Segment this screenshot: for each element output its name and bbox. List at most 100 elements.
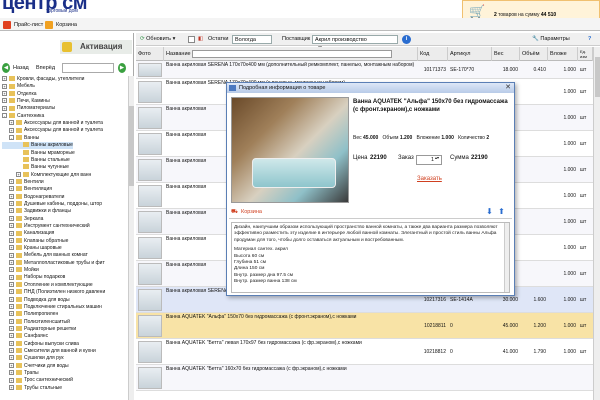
tree-item[interactable]: + Аксессуары для ванной и туалета <box>2 127 103 134</box>
expand-icon[interactable]: + <box>9 245 14 251</box>
tree-item[interactable]: + Вентили <box>2 179 44 186</box>
expand-icon[interactable]: + <box>9 326 14 332</box>
tree-item[interactable]: + Счетчики для воды <box>2 363 69 370</box>
tree-item[interactable]: Ванны мраморные <box>2 150 75 157</box>
expand-icon[interactable]: + <box>9 333 14 339</box>
tree-item[interactable]: + Сушилки для рук <box>2 355 64 362</box>
table-row[interactable]: Ванна акриловая SERENA 170х70х400 мм (до… <box>136 61 593 79</box>
refresh-button[interactable]: ⟳ Обновить ▾ <box>140 35 175 44</box>
back-icon[interactable]: ◀ <box>2 63 10 73</box>
tree-item[interactable]: + Мойки <box>2 267 39 274</box>
name-filter-input[interactable] <box>192 50 392 58</box>
stock-select[interactable]: Вологда <box>232 35 272 44</box>
tree-item[interactable]: + Сифоны выпуски слива <box>2 341 79 348</box>
expand-icon[interactable]: + <box>9 355 14 361</box>
expand-icon[interactable]: + <box>9 193 14 199</box>
nav-search-input[interactable] <box>62 63 114 73</box>
col-unit[interactable]: Ед. изм <box>578 47 593 61</box>
tree-item[interactable]: + Полипропилен <box>2 311 58 318</box>
col-volume[interactable]: Объём <box>520 47 548 61</box>
help-icon[interactable]: ? <box>588 35 591 44</box>
expand-icon[interactable]: + <box>9 208 14 214</box>
stepper-arrows-icon[interactable]: ▴▾ <box>435 155 439 160</box>
forward-button[interactable]: Вперёд <box>36 63 55 73</box>
expand-icon[interactable]: + <box>9 289 14 295</box>
expand-icon[interactable]: + <box>9 223 14 229</box>
tree-item[interactable]: Ванны стальные <box>2 157 70 164</box>
tree-item[interactable]: + Клапаны обратные <box>2 238 68 245</box>
col-article[interactable]: Артикул <box>448 47 492 61</box>
product-description[interactable]: Дизайн, наилучшим образом использующий п… <box>231 222 510 293</box>
expand-icon[interactable]: + <box>9 267 14 273</box>
collapse-icon[interactable]: - <box>9 134 14 140</box>
tree-item[interactable]: - Ванны <box>2 135 39 142</box>
filter-icon[interactable]: ◧ <box>198 35 203 44</box>
col-inbox[interactable]: Вложе <box>548 47 578 61</box>
expand-icon[interactable]: + <box>9 362 14 368</box>
expand-icon[interactable]: + <box>9 304 14 310</box>
tree-item[interactable]: + Смесители для ванной и кухни <box>2 348 96 355</box>
col-photo[interactable]: Фото <box>136 47 164 61</box>
tree-item[interactable]: + Трапы <box>2 370 39 377</box>
tree-item[interactable]: + Полиэтиленсшитый <box>2 319 70 326</box>
order-button[interactable]: Заказать <box>417 176 442 182</box>
tree-item[interactable]: + Зеркала <box>2 216 43 223</box>
tree-item[interactable]: + Мебель для ванных комнат <box>2 252 88 259</box>
back-button[interactable]: Назад <box>13 63 29 73</box>
supplier-select[interactable]: Акрил производство г.Ярославль <box>312 35 398 52</box>
tree-item[interactable]: + Пиломатериалы <box>2 105 55 112</box>
expand-icon[interactable]: + <box>2 98 7 104</box>
table-row[interactable]: Ванна AQUATEK "Бетта" левая 170х97 без г… <box>136 339 593 365</box>
tree-item[interactable]: + Санфаянс <box>2 333 48 340</box>
table-row[interactable]: Ванна AQUATEK "Альфа" 150х70 без гидрома… <box>136 313 593 339</box>
tree-item[interactable]: + Отопление и комплектующие <box>2 282 93 289</box>
collapse-icon[interactable]: - <box>2 112 7 118</box>
tree-item[interactable]: + Вентиляция <box>2 186 52 193</box>
expand-icon[interactable]: + <box>2 105 7 111</box>
expand-icon[interactable]: + <box>9 318 14 324</box>
expand-icon[interactable]: + <box>9 281 14 287</box>
expand-icon[interactable]: + <box>9 274 14 280</box>
expand-icon[interactable]: + <box>9 186 14 192</box>
expand-icon[interactable]: + <box>16 171 21 177</box>
arrow-down-icon[interactable]: ⬇ <box>485 207 494 216</box>
expand-icon[interactable]: + <box>9 120 14 126</box>
tree-item[interactable]: + Водонагреватели <box>2 194 64 201</box>
tree-item[interactable]: + Отделка <box>2 91 37 98</box>
expand-icon[interactable]: + <box>9 384 14 390</box>
tree-item[interactable]: Ванны акриловые <box>2 142 73 150</box>
tree-item[interactable]: + Радиаторные решетки <box>2 326 76 333</box>
dialog-cart-button[interactable]: ⛟ Корзина <box>231 207 262 217</box>
arrow-up-icon[interactable]: ⬆ <box>497 207 506 216</box>
tab-price-list[interactable]: Прайс-лист <box>2 20 43 30</box>
params-button[interactable]: 🔧 Параметры <box>532 35 570 44</box>
tree-item[interactable]: - Сантехника <box>2 113 44 120</box>
tree-item[interactable]: + Металлопластиковые трубы и фит <box>2 260 105 267</box>
col-weight[interactable]: Вес <box>492 47 520 61</box>
forward-icon[interactable]: ▶ <box>118 63 126 73</box>
tree-item[interactable]: + Задвижки и фланцы <box>2 208 71 215</box>
tree-item[interactable]: + Трубы стальные <box>2 385 62 392</box>
expand-icon[interactable]: + <box>9 127 14 133</box>
expand-icon[interactable]: + <box>9 230 14 236</box>
expand-icon[interactable]: + <box>2 83 7 89</box>
tree-item[interactable]: + Кровли, фасады, утеплители <box>2 76 84 83</box>
tree-item[interactable]: + Комплектующие для ванн <box>2 172 91 179</box>
expand-icon[interactable]: + <box>9 377 14 383</box>
expand-icon[interactable]: + <box>9 259 14 265</box>
expand-icon[interactable]: + <box>9 370 14 376</box>
tree-item[interactable]: + Наборы подарков <box>2 274 65 281</box>
expand-icon[interactable]: + <box>9 340 14 346</box>
tree-item[interactable]: + Мебель <box>2 83 35 90</box>
tree-item[interactable]: + Душевые кабины, поддоны, штор <box>2 201 102 208</box>
expand-icon[interactable]: + <box>9 296 14 302</box>
tree-item[interactable]: + Трос сантехнический <box>2 377 73 384</box>
expand-icon[interactable]: + <box>9 252 14 258</box>
expand-icon[interactable]: + <box>9 237 14 243</box>
tree-item[interactable]: + ПНД (Полиэтилен низкого давлени <box>2 289 105 296</box>
tree-item[interactable]: + Подводка для воды <box>2 297 70 304</box>
tree-item[interactable]: + Печи, Камины <box>2 98 50 105</box>
expand-icon[interactable]: + <box>9 215 14 221</box>
info-icon[interactable]: i <box>402 35 411 44</box>
tree-item[interactable]: + Канализация <box>2 230 54 237</box>
